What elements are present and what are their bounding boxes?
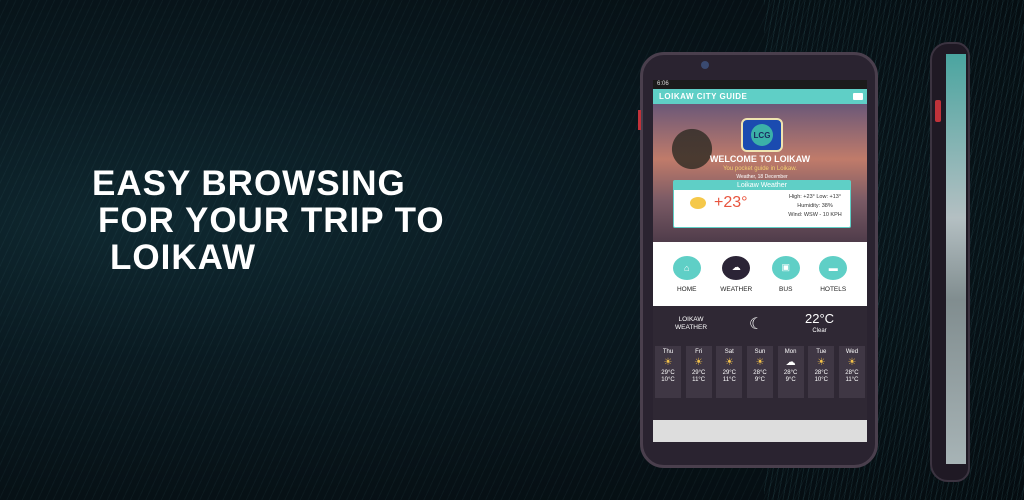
- nav-label-home: HOME: [676, 285, 697, 293]
- day-high: 29°C: [691, 370, 706, 376]
- forecast-day: Sat ☀ 29°C 11°C: [716, 346, 743, 398]
- phone-side-button: [638, 110, 641, 130]
- logo-text: LCG: [751, 124, 773, 146]
- forecast-day: Tue ☀ 28°C 10°C: [808, 346, 835, 398]
- cloud-icon: ☁: [722, 255, 751, 280]
- forecast-day: Sun ☀ 28°C 9°C: [746, 346, 773, 398]
- day-low: 11°C: [722, 377, 736, 383]
- nav-label-hotels: HOTELS: [820, 285, 847, 293]
- day-name: Sun: [754, 349, 766, 355]
- day-low: 10°C: [814, 377, 828, 383]
- day-name: Sat: [724, 349, 734, 355]
- hero-banner: LCG WELCOME TO LOIKAW You pocket guide i…: [653, 104, 867, 242]
- status-time: 6:06: [657, 81, 669, 87]
- weather-date: Weather, 18 December: [736, 174, 788, 180]
- nav-item-hotels[interactable]: ▬ HOTELS: [819, 255, 848, 293]
- day-name: Thu: [662, 349, 674, 355]
- home-icon: ⌂: [672, 255, 701, 280]
- day-low: 11°C: [692, 377, 706, 383]
- day-high: 29°C: [722, 370, 737, 376]
- phone-side-button: [935, 100, 941, 122]
- forecast-days: Thu ☀ 29°C 10°C Fri ☀ 29°C 11°C Sat ☀ 29°C 11°C S…: [653, 346, 867, 398]
- welcome-subtitle: You pocket guide in Loikaw.: [723, 166, 797, 172]
- weather-high-low: High: +23° Low: +13°: [788, 194, 842, 200]
- current-weather: 22°C Clear: [805, 312, 834, 338]
- weather-card-title: Loikaw Weather: [674, 181, 850, 190]
- welcome-title: WELCOME TO LOIKAW: [709, 154, 811, 164]
- forecast-day: Wed ☀ 28°C 11°C: [838, 346, 865, 398]
- sun-icon: ☀: [816, 357, 826, 368]
- day-low: 9°C: [785, 377, 796, 383]
- weather-temp: +23°: [714, 194, 748, 211]
- camera-icon: [701, 61, 709, 69]
- nav-bar: ⌂ HOME ☁ WEATHER ▣ BUS ▬ HOTELS: [653, 242, 867, 306]
- day-low: 10°C: [661, 377, 675, 383]
- day-low: 11°C: [845, 377, 859, 383]
- headline: EASY BROWSING FOR YOUR TRIP TO LOIKAW: [92, 165, 518, 276]
- current-temp: 22°C: [805, 311, 835, 326]
- day-high: 28°C: [845, 370, 859, 376]
- day-high: 28°C: [753, 370, 767, 376]
- sun-cloud-icon: [690, 197, 706, 209]
- sun-icon: ☀: [694, 357, 704, 368]
- partly-cloudy-icon: ☀: [755, 357, 765, 368]
- forecast-day: Fri ☀ 29°C 11°C: [685, 346, 712, 398]
- phone-side-view: [930, 42, 970, 482]
- bus-icon: ▣: [771, 255, 800, 280]
- day-name: Mon: [784, 349, 797, 355]
- app-title: LOIKAW CITY GUIDE: [659, 92, 748, 101]
- phone-screen: 6:06 LOIKAW CITY GUIDE LCG WELCOME TO LO…: [653, 80, 867, 442]
- bottom-strip: [653, 420, 867, 442]
- nav-item-bus[interactable]: ▣ BUS: [771, 255, 800, 293]
- day-name: Tue: [816, 349, 827, 355]
- weather-card[interactable]: Weather, 18 December Loikaw Weather +23°…: [673, 174, 851, 228]
- headline-line-1: EASY BROWSING: [92, 164, 406, 203]
- headline-line-3: LOIKAW: [110, 238, 256, 277]
- sun-icon: ☀: [724, 357, 734, 368]
- nav-item-home[interactable]: ⌂ HOME: [672, 255, 701, 293]
- day-high: 28°C: [783, 370, 798, 376]
- forecast-location: LOIKAW WEATHER: [675, 316, 707, 332]
- sun-icon: ☀: [847, 357, 857, 368]
- day-low: 9°C: [754, 377, 765, 383]
- cloud-icon: ☁: [785, 357, 796, 368]
- weather-wind: Wind: WSW - 10 KPH: [788, 212, 842, 218]
- phone-mockup: 6:06 LOIKAW CITY GUIDE LCG WELCOME TO LO…: [638, 52, 878, 468]
- forecast-day: Thu ☀ 29°C 10°C: [655, 346, 681, 398]
- status-bar: 6:06: [653, 80, 867, 89]
- nav-item-weather[interactable]: ☁ WEATHER: [720, 255, 753, 293]
- nav-label-weather: WEATHER: [720, 285, 753, 293]
- forecast-panel: LOIKAW WEATHER ☾ 22°C Clear Thu ☀ 29°C 10°C…: [653, 306, 867, 420]
- forecast-location-sub: WEATHER: [675, 324, 708, 331]
- menu-icon[interactable]: [853, 93, 863, 100]
- nav-label-bus: BUS: [779, 285, 793, 293]
- forecast-day: Mon ☁ 28°C 9°C: [777, 346, 804, 398]
- forecast-location-name: LOIKAW: [678, 316, 704, 323]
- headline-line-2: FOR YOUR TRIP TO: [98, 202, 445, 239]
- partly-cloudy-icon: ☀: [663, 357, 673, 368]
- app-logo: LCG: [741, 118, 783, 152]
- weather-details: High: +23° Low: +13° Humidity: 38% Wind:…: [784, 193, 846, 220]
- phone-side-screen: [946, 54, 966, 464]
- day-name: Wed: [845, 349, 859, 355]
- moon-icon: ☾: [749, 316, 764, 333]
- day-high: 28°C: [814, 370, 828, 376]
- current-condition: Clear: [812, 328, 827, 334]
- day-name: Fri: [695, 349, 703, 355]
- day-high: 29°C: [661, 370, 675, 376]
- bed-icon: ▬: [819, 255, 848, 280]
- app-bar: LOIKAW CITY GUIDE: [653, 89, 867, 104]
- weather-humidity: Humidity: 38%: [797, 203, 833, 209]
